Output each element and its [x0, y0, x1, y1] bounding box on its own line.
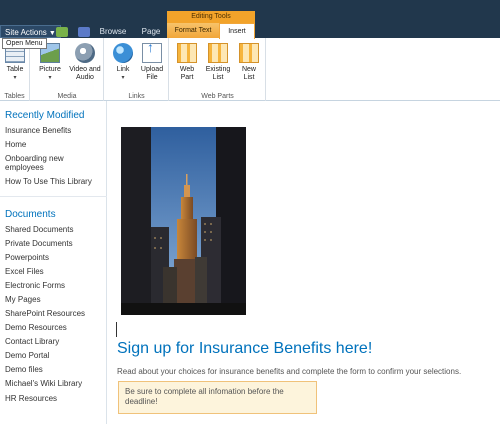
existing-list-label: Existing List — [205, 66, 231, 81]
edit-page-icon[interactable] — [78, 27, 90, 37]
new-list-icon — [239, 43, 259, 63]
nav-divider — [0, 196, 107, 197]
intro-text[interactable]: Read about your choices for insurance be… — [117, 367, 461, 376]
link-globe-icon — [113, 43, 133, 63]
chevron-down-icon: ▾ — [48, 75, 52, 81]
table-label: Table — [6, 66, 24, 73]
nav-item-onboarding[interactable]: Onboarding new employees — [5, 154, 75, 172]
upload-file-label: Upload File — [140, 66, 164, 81]
ribbon-top-bar: Site Actions ▼ Browse Page Editing Tools … — [0, 0, 500, 39]
open-menu-tooltip: Open Menu — [2, 38, 47, 49]
editing-tools-label: Editing Tools — [167, 11, 255, 23]
nav-item-shared-documents[interactable]: Shared Documents — [5, 225, 103, 234]
nav-item-sharepoint-resources[interactable]: SharePoint Resources — [5, 309, 103, 318]
nav-item-demo-portal[interactable]: Demo Portal — [5, 351, 103, 360]
page-headline[interactable]: Sign up for Insurance Benefits here! — [117, 340, 372, 358]
video-audio-label: Video and Audio — [69, 66, 101, 81]
nav-item-insurance-benefits[interactable]: Insurance Benefits — [5, 126, 103, 135]
chevron-down-icon: ▼ — [48, 30, 56, 37]
tab-browse[interactable]: Browse — [98, 26, 128, 38]
skyline-photo-svg — [121, 127, 246, 315]
links-group: Link ▾ Upload File Links — [105, 38, 169, 101]
video-audio-icon — [75, 43, 95, 63]
existing-list-icon — [208, 43, 228, 63]
nav-item-demo-resources[interactable]: Demo Resources — [5, 323, 103, 332]
picture-label: Picture — [39, 66, 61, 73]
chevron-down-icon: ▾ — [121, 75, 125, 81]
deadline-callout[interactable]: Be sure to complete all infomation befor… — [118, 381, 317, 414]
links-group-label: Links — [128, 93, 145, 100]
site-actions-menu[interactable]: Site Actions ▼ — [0, 25, 61, 38]
tables-group-label: Tables — [4, 93, 25, 100]
link-label: Link — [116, 66, 130, 73]
upload-file-button[interactable]: Upload File — [138, 43, 166, 82]
existing-list-button[interactable]: Existing List — [203, 43, 233, 82]
nav-item-demo-files[interactable]: Demo files — [5, 365, 103, 374]
tab-format-text[interactable]: Format Text — [167, 23, 219, 38]
tab-insert[interactable]: Insert — [219, 23, 255, 39]
nav-item-home[interactable]: Home — [5, 140, 103, 149]
link-button[interactable]: Link ▾ — [112, 43, 134, 82]
nav-item-my-pages[interactable]: My Pages — [5, 295, 103, 304]
navigate-up-icon[interactable] — [56, 27, 68, 37]
tab-page[interactable]: Page — [138, 26, 164, 38]
nav-item-excel-files[interactable]: Excel Files — [5, 267, 103, 276]
new-list-label: New List — [241, 66, 256, 81]
site-actions-label: Site Actions — [5, 28, 47, 37]
web-part-icon — [177, 43, 197, 63]
web-parts-group-label: Web Parts — [201, 93, 234, 100]
web-part-button[interactable]: Web Part — [174, 43, 200, 82]
nav-item-michaels-wiki[interactable]: Michael's Wiki Library — [5, 379, 103, 388]
web-part-label: Web Part — [179, 66, 195, 81]
nav-item-powerpoints[interactable]: Powerpoints — [5, 253, 103, 262]
new-list-button[interactable]: New List — [236, 43, 262, 82]
nav-item-private-documents[interactable]: Private Documents — [5, 239, 103, 248]
web-parts-group: Web Part Existing List New List Web Part… — [170, 38, 266, 101]
video-audio-button[interactable]: Video and Audio — [67, 43, 103, 82]
text-cursor — [116, 322, 117, 337]
nav-item-hr-resources[interactable]: HR Resources — [5, 394, 103, 403]
quick-launch-nav: Recently Modified Insurance Benefits Hom… — [0, 101, 107, 424]
nav-item-electronic-forms[interactable]: Electronic Forms — [5, 281, 103, 290]
nav-item-contact-library[interactable]: Contact Library — [5, 337, 103, 346]
page-content-area[interactable]: Sign up for Insurance Benefits here! Rea… — [108, 101, 500, 424]
ribbon-insert-panel: Table ▾ Tables Picture ▾ Video and Audio… — [0, 38, 500, 101]
media-group-label: Media — [57, 93, 77, 100]
nav-item-how-to-use[interactable]: How To Use This Library — [5, 177, 103, 186]
recently-modified-heading[interactable]: Recently Modified — [5, 110, 84, 121]
chevron-down-icon: ▾ — [13, 75, 17, 81]
empire-state-building-image[interactable] — [121, 127, 246, 315]
documents-heading[interactable]: Documents — [5, 209, 56, 220]
upload-file-icon — [142, 43, 162, 63]
